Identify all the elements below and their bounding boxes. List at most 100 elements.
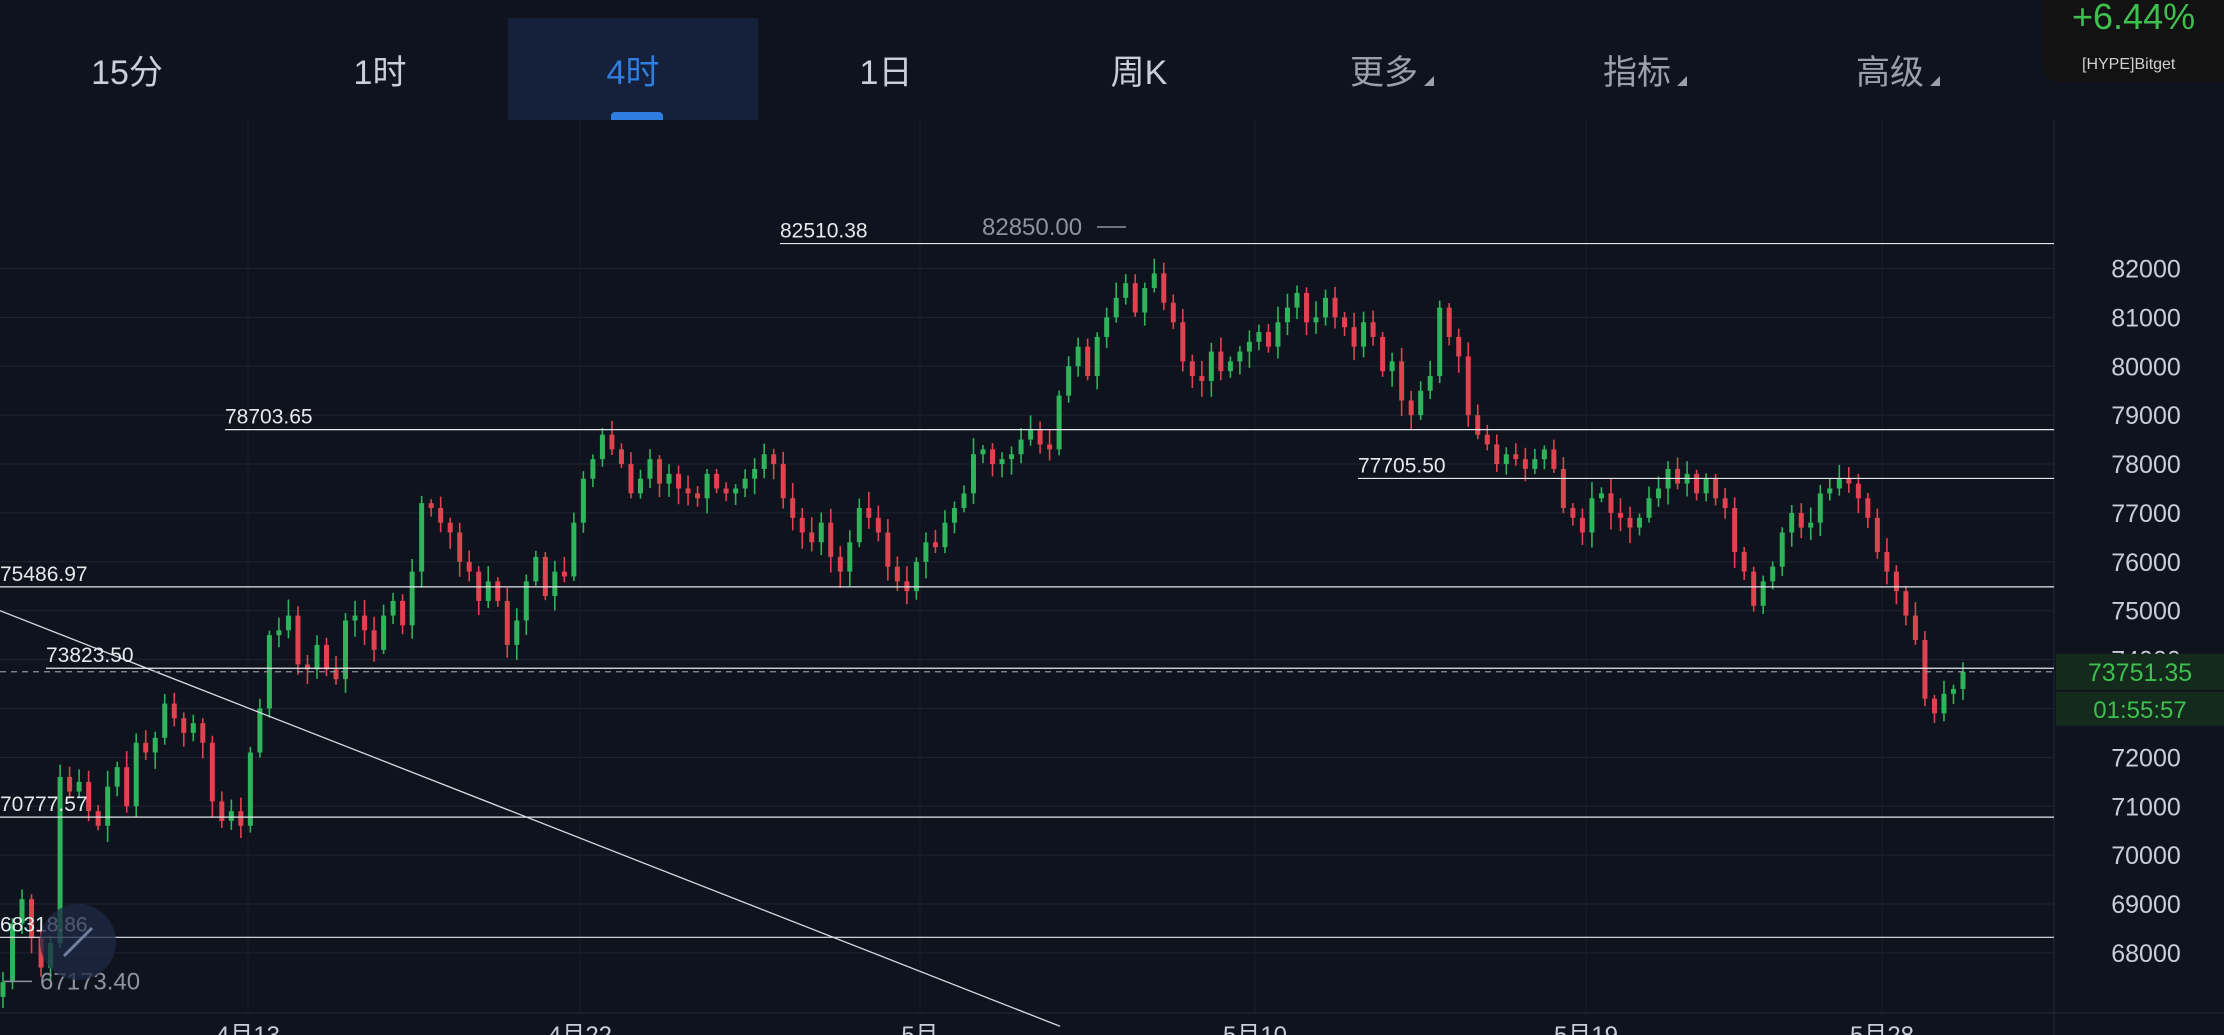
candle-body <box>457 532 463 562</box>
candle-body <box>1199 376 1205 381</box>
candle-body <box>990 449 996 465</box>
candle-body <box>1922 640 1928 699</box>
candle-body <box>247 752 253 826</box>
candle-body <box>1494 444 1500 465</box>
candle-body <box>295 615 301 665</box>
candle-body <box>828 522 834 557</box>
candle-body <box>314 644 320 670</box>
candle-body <box>228 811 234 821</box>
candle-body <box>219 801 225 821</box>
level-label: 73823.50 <box>46 644 134 667</box>
level-label: 82510.38 <box>780 220 868 243</box>
candle-body <box>323 644 329 670</box>
tab-2[interactable]: 4时 <box>508 18 758 120</box>
candle-body <box>1741 552 1747 572</box>
candle-body <box>238 811 244 826</box>
candle-body <box>1351 327 1357 347</box>
tab-label: 更多 <box>1350 53 1418 92</box>
candle-body <box>1589 498 1595 533</box>
candle-body <box>1941 693 1947 714</box>
candle-body <box>1627 517 1633 528</box>
y-tick-label: 80000 <box>2111 353 2181 381</box>
candle-body <box>1722 498 1728 509</box>
candle-body <box>571 522 577 577</box>
candle-body <box>257 708 263 753</box>
candle-body <box>1503 454 1509 465</box>
tab-0[interactable]: 15分 <box>2 18 252 120</box>
candle-body <box>1446 307 1452 337</box>
high-marker-label: 82850.00 <box>982 214 1082 241</box>
candle-body <box>1227 361 1233 372</box>
candle-body <box>1361 322 1367 347</box>
level-label: 75486.97 <box>0 563 88 586</box>
candle-body <box>1237 351 1243 362</box>
candle-body <box>1827 488 1833 494</box>
change-badge: +6.44% [HYPE]Bitget <box>2042 0 2224 82</box>
candle-body <box>666 473 672 484</box>
candle-body <box>961 493 967 509</box>
candle-body <box>371 630 377 650</box>
candle-body <box>1713 478 1719 499</box>
candle-body <box>1104 317 1110 337</box>
candle-body <box>1009 454 1015 460</box>
change-percent: +6.44% <box>2072 0 2196 37</box>
candle-body <box>1408 400 1414 416</box>
candle-body <box>1047 444 1053 450</box>
candle-body <box>381 615 387 650</box>
candle-body <box>1075 346 1081 367</box>
candle-body <box>685 488 691 494</box>
tab-4[interactable]: 周K <box>1014 18 1264 120</box>
candle-body <box>1789 512 1795 533</box>
candle-body <box>723 488 729 494</box>
candle-body <box>1608 493 1614 513</box>
tab-7[interactable]: 高级 <box>1773 18 2023 120</box>
candle-body <box>1456 336 1462 357</box>
candle-body <box>847 542 853 572</box>
y-tick-label: 70000 <box>2111 842 2181 870</box>
candle-body <box>1865 498 1871 518</box>
y-tick-label: 81000 <box>2111 304 2181 332</box>
candle-body <box>105 786 111 826</box>
candle-body <box>1094 336 1100 377</box>
candle-body <box>362 615 368 631</box>
candle-body <box>875 517 881 533</box>
candle-body <box>552 571 558 597</box>
tab-label: 周K <box>1110 53 1168 92</box>
candle-body <box>980 449 986 455</box>
candle-body <box>76 781 82 792</box>
candle-body <box>1931 698 1937 714</box>
candle-body <box>1028 429 1034 440</box>
candle-body <box>1770 566 1776 582</box>
candle-body <box>628 464 634 494</box>
tab-6[interactable]: 指标 <box>1520 18 1770 120</box>
y-tick-label: 71000 <box>2111 793 2181 821</box>
candle-body <box>504 600 510 645</box>
y-tick-label: 69000 <box>2111 891 2181 919</box>
level-label: 70777.57 <box>0 793 88 816</box>
candle-body <box>714 473 720 489</box>
candle-body <box>590 459 596 479</box>
candle-body <box>752 468 758 479</box>
candle-body <box>1113 297 1119 318</box>
candle-body <box>1893 571 1899 592</box>
candle-body <box>1570 508 1576 518</box>
candle-body <box>171 703 177 719</box>
candle-body <box>1694 473 1700 494</box>
badge-source: [HYPE]Bitget <box>2082 56 2176 73</box>
candle-body <box>542 556 548 597</box>
tab-1[interactable]: 1时 <box>255 18 505 120</box>
candle-body <box>162 703 168 738</box>
candle-body <box>276 630 282 636</box>
y-tick-label: 82000 <box>2111 256 2181 284</box>
tab-3[interactable]: 1日 <box>761 18 1011 120</box>
candle-body <box>533 556 539 582</box>
candle-body <box>1751 571 1757 606</box>
tab-5[interactable]: 更多 <box>1267 18 1517 120</box>
candle-body <box>495 581 501 601</box>
candle-body <box>780 464 786 499</box>
candle-body <box>1484 434 1490 445</box>
candle-body <box>932 542 938 548</box>
y-tick-label: 77000 <box>2111 500 2181 528</box>
candle-body <box>1513 454 1519 460</box>
candlestick-chart[interactable]: 82000 81000 80000 79000 78000 77000 76000 75000… <box>0 120 2224 1035</box>
